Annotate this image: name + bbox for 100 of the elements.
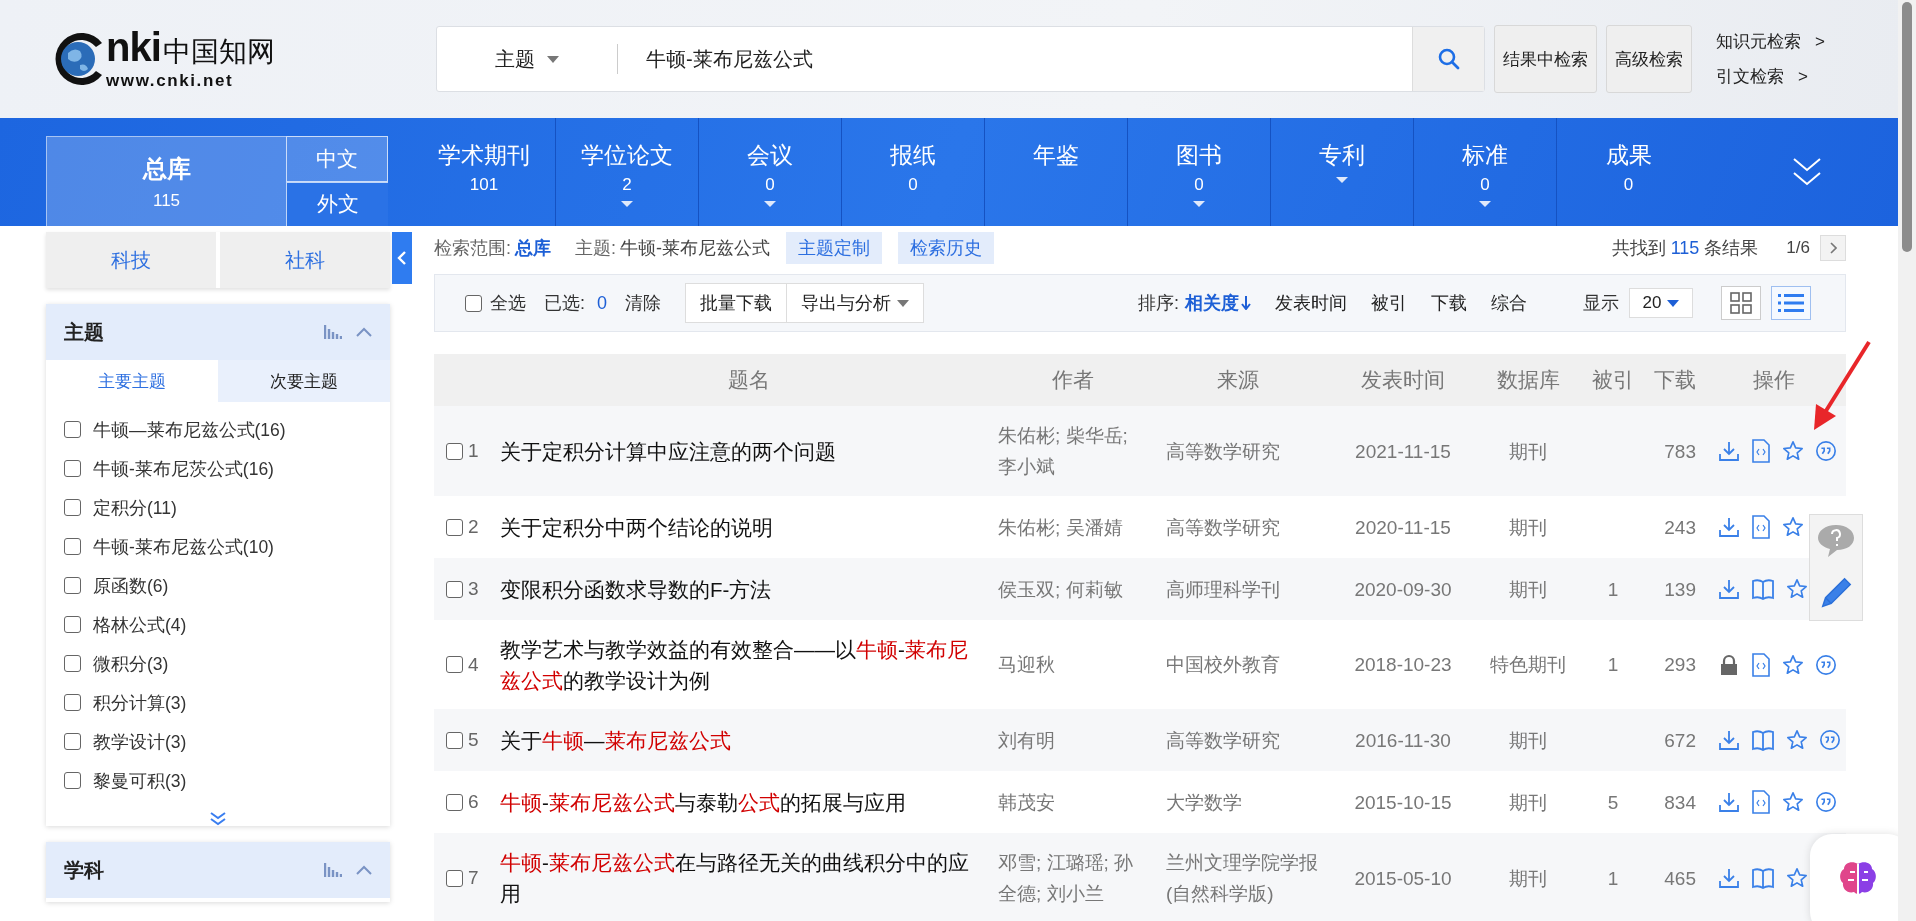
checkbox[interactable] xyxy=(64,421,81,438)
checkbox[interactable] xyxy=(64,499,81,516)
assistant-button[interactable] xyxy=(1810,834,1898,921)
facet-option[interactable]: 黎曼可积(3) xyxy=(93,768,187,793)
checkbox[interactable] xyxy=(446,580,463,598)
download-icon[interactable] xyxy=(1718,867,1740,889)
html-document-icon[interactable] xyxy=(1751,515,1771,539)
checkbox[interactable] xyxy=(446,518,463,536)
dropdown-caret-icon[interactable] xyxy=(1193,201,1205,207)
facet-tab[interactable]: 次要主题 xyxy=(218,360,390,402)
quote-icon[interactable] xyxy=(1819,729,1841,751)
star-icon[interactable] xyxy=(1782,516,1804,538)
language-tab[interactable]: 外文 xyxy=(286,181,388,226)
html-document-icon[interactable] xyxy=(1751,790,1771,814)
download-icon[interactable] xyxy=(1718,440,1740,462)
checkbox[interactable] xyxy=(64,577,81,594)
search-link[interactable]: 引文检索 > xyxy=(1716,65,1825,88)
facet-option[interactable]: 牛顿—莱布尼兹公式(16) xyxy=(93,417,286,442)
download-icon[interactable] xyxy=(1718,791,1740,813)
collapse-icon[interactable] xyxy=(356,327,372,337)
facet-option[interactable]: 定积分(11) xyxy=(93,495,177,520)
search-mode-button[interactable]: 高级检索 xyxy=(1606,25,1692,93)
star-icon[interactable] xyxy=(1782,653,1804,676)
book-icon[interactable] xyxy=(1751,867,1775,889)
checkbox[interactable] xyxy=(446,731,463,749)
bar-chart-icon[interactable] xyxy=(324,863,342,877)
download-icon[interactable] xyxy=(1718,578,1740,600)
dropdown-caret-icon[interactable] xyxy=(1479,201,1491,207)
star-icon[interactable] xyxy=(1786,867,1808,889)
checkbox[interactable] xyxy=(64,733,81,750)
page-size-dropdown[interactable]: 20 xyxy=(1629,288,1693,318)
expand-icon[interactable] xyxy=(1792,156,1822,188)
facet-option[interactable]: 微积分(3) xyxy=(93,651,169,676)
result-title[interactable]: 关于牛顿—莱布尼兹公式 xyxy=(500,724,998,756)
search-button[interactable] xyxy=(1412,27,1484,91)
bar-chart-icon[interactable] xyxy=(324,325,342,339)
category-tab[interactable]: 标准 0 xyxy=(1414,118,1557,226)
facet-option[interactable]: 牛顿-莱布尼茨公式(16) xyxy=(93,456,274,481)
select-all-label[interactable]: 全选 xyxy=(490,291,526,315)
star-icon[interactable] xyxy=(1782,440,1804,462)
star-icon[interactable] xyxy=(1786,578,1808,600)
dropdown-caret-icon[interactable] xyxy=(621,201,633,207)
category-tab[interactable]: 会议 0 xyxy=(699,118,842,226)
query-action-button[interactable]: 主题定制 xyxy=(786,232,883,264)
search-link[interactable]: 知识元检索 > xyxy=(1716,30,1825,53)
category-tab[interactable]: 成果 0 xyxy=(1557,118,1700,226)
view-toggle[interactable] xyxy=(1721,286,1761,320)
checkbox[interactable] xyxy=(64,538,81,555)
show-more-icon[interactable] xyxy=(210,812,226,826)
category-tab[interactable]: 专利 xyxy=(1271,118,1414,226)
sort-option[interactable]: 综合 xyxy=(1485,291,1533,315)
toolbar-button[interactable]: 导出与分析 xyxy=(787,283,925,323)
category-tab[interactable]: 学术期刊 101 xyxy=(413,118,556,226)
download-icon[interactable] xyxy=(1718,516,1740,538)
facet-option[interactable]: 牛顿-莱布尼兹公式(10) xyxy=(93,534,274,559)
facet-option[interactable]: 格林公式(4) xyxy=(93,612,187,637)
collapse-icon[interactable] xyxy=(356,865,372,875)
checkbox[interactable] xyxy=(446,656,463,673)
checkbox[interactable] xyxy=(446,869,463,887)
sort-option[interactable]: 被引 xyxy=(1365,291,1413,315)
dropdown-caret-icon[interactable] xyxy=(764,201,776,207)
checkbox[interactable] xyxy=(64,772,81,789)
collapse-sidebar-button[interactable] xyxy=(392,232,412,284)
dropdown-caret-icon[interactable] xyxy=(1336,177,1348,183)
result-title[interactable]: 变限积分函数求导数的F-方法 xyxy=(500,573,998,605)
field-dropdown[interactable]: 主题 xyxy=(437,27,617,91)
checkbox[interactable] xyxy=(64,655,81,672)
checkbox[interactable] xyxy=(446,793,463,811)
html-document-icon[interactable] xyxy=(1751,652,1771,677)
checkbox[interactable] xyxy=(64,694,81,711)
checkbox[interactable] xyxy=(446,442,463,460)
sort-option[interactable]: 下载 xyxy=(1425,291,1473,315)
book-icon[interactable] xyxy=(1751,578,1775,600)
facet-option[interactable]: 教学设计(3) xyxy=(93,729,187,754)
checkbox[interactable] xyxy=(64,460,81,477)
category-tab[interactable]: 图书 0 xyxy=(1128,118,1271,226)
sort-option[interactable]: 发表时间 xyxy=(1269,291,1353,315)
quote-icon[interactable] xyxy=(1815,440,1837,462)
checkbox[interactable] xyxy=(465,294,482,312)
category-tab[interactable]: 年鉴 xyxy=(985,118,1128,226)
next-page-button[interactable] xyxy=(1820,235,1846,261)
field-tab[interactable]: 科技 xyxy=(46,232,216,288)
result-title[interactable]: 牛顿-莱布尼兹公式与泰勒公式的拓展与应用 xyxy=(500,786,998,818)
checkbox[interactable] xyxy=(64,616,81,633)
result-title[interactable]: 关于定积分中两个结论的说明 xyxy=(500,511,998,543)
toolbar-button[interactable]: 批量下载 xyxy=(685,283,788,323)
result-title[interactable]: 牛顿-莱布尼兹公式在与路径无关的曲线积分中的应用 xyxy=(500,847,998,909)
result-title[interactable]: 教学艺术与教学效益的有效整合——以牛顿-莱布尼兹公式的教学设计为例 xyxy=(500,633,998,696)
view-toggle[interactable] xyxy=(1771,286,1811,320)
sort-option[interactable]: 相关度 xyxy=(1179,291,1257,315)
result-title[interactable]: 关于定积分计算中应注意的两个问题 xyxy=(500,435,998,467)
category-tab[interactable]: 报纸 0 xyxy=(842,118,985,226)
help-bubble-icon[interactable] xyxy=(1816,522,1856,559)
query-action-button[interactable]: 检索历史 xyxy=(898,232,995,264)
category-tab[interactable]: 学位论文 2 xyxy=(556,118,699,226)
search-field[interactable]: 牛顿-莱布尼兹公式 xyxy=(618,39,1412,79)
star-icon[interactable] xyxy=(1782,791,1804,813)
book-icon[interactable] xyxy=(1751,729,1775,751)
quote-icon[interactable] xyxy=(1815,653,1837,676)
download-icon[interactable] xyxy=(1718,729,1740,751)
